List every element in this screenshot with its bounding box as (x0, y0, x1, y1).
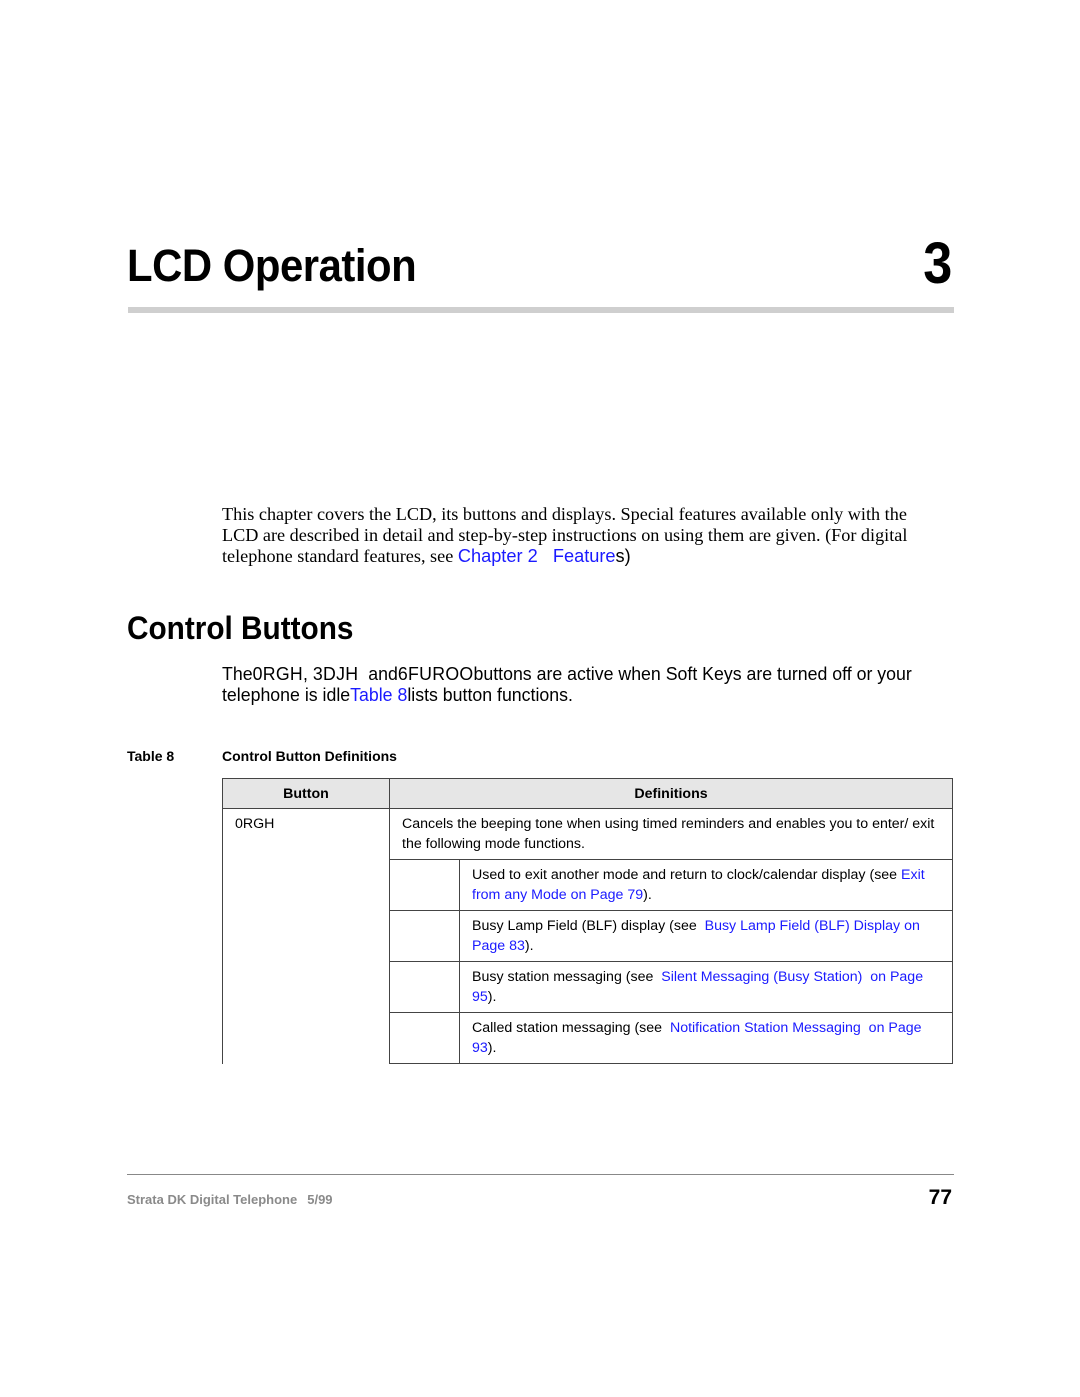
button-name-mode: 0RGH (252, 664, 304, 684)
table-caption: Table 8 Control Button Definitions (127, 748, 397, 764)
body-text: buttons are active when Soft Keys are tu… (473, 664, 912, 684)
body-text: , (303, 664, 313, 684)
sub-mode-cell (389, 1012, 460, 1064)
table-8-link[interactable]: Table 8 (350, 685, 407, 705)
sub-definition-cell: Busy Lamp Field (BLF) display (see Busy … (459, 910, 953, 962)
intro-text: s) (615, 546, 631, 566)
sub-definition-text: Busy station messaging (see (472, 969, 662, 985)
footer-date: 5/99 (307, 1192, 333, 1207)
footer-doc-title: Strata DK Digital Telephone (127, 1192, 298, 1207)
header-button: Button (222, 778, 390, 809)
control-buttons-paragraph: The0RGH, 3DJH and6FUROObuttons are activ… (222, 664, 951, 706)
sub-mode-cell (389, 961, 460, 1013)
sub-definition-text: Called station messaging (see (472, 1020, 670, 1036)
button-name: 0RGH (235, 816, 275, 832)
sub-definition-text: ). (643, 886, 652, 903)
section-heading: Control Buttons (127, 610, 354, 646)
intro-text: telephone standard features, see (222, 546, 458, 566)
sub-definition-text: ). (487, 988, 497, 1005)
body-line: The0RGH, 3DJH and6FUROObuttons are activ… (222, 664, 951, 685)
body-text: The (222, 664, 253, 684)
body-text: lists button functions. (407, 685, 573, 705)
body-text: and (358, 664, 398, 684)
footer-rule (127, 1174, 954, 1175)
sub-definition-text: ). (487, 1039, 497, 1056)
sub-mode-cell (389, 910, 460, 962)
body-line: telephone is idleTable 8lists button fun… (222, 685, 951, 706)
body-text: telephone is idle (222, 685, 351, 705)
intro-line: This chapter covers the LCD, its buttons… (222, 504, 907, 524)
control-button-definitions-table: Button Definitions 0RGH Cancels the beep… (222, 778, 953, 1064)
table-caption-label: Table 8 (127, 748, 175, 764)
intro-line: telephone standard features, see Chapter… (222, 546, 957, 567)
chapter-title: LCD Operation (127, 240, 417, 291)
title-rule (128, 307, 954, 313)
table-caption-title: Control Button Definitions (222, 748, 397, 764)
button-name-page: 3DJH (312, 664, 359, 684)
button-cell: 0RGH (222, 808, 390, 1064)
sub-definition-cell: Called station messaging (see Notificati… (459, 1012, 953, 1064)
header-definitions: Definitions (389, 778, 953, 809)
intro-paragraph: This chapter covers the LCD, its buttons… (222, 504, 957, 567)
definition-cell: Cancels the beeping tone when using time… (389, 808, 953, 860)
sub-definition-text: Busy Lamp Field (BLF) display (see (472, 918, 705, 934)
table-row: 0RGH Cancels the beeping tone when using… (222, 808, 953, 1064)
chapter-2-features-link[interactable]: Chapter 2 Feature (458, 546, 616, 566)
page-number: 77 (928, 1186, 952, 1209)
footer-doc-info: Strata DK Digital Telephone 5/99 (127, 1192, 333, 1207)
intro-line: LCD are described in detail and step-by-… (222, 525, 908, 545)
chapter-number: 3 (922, 231, 952, 296)
table-header-row: Button Definitions (222, 778, 953, 809)
button-name-scroll: 6FUROO (397, 664, 474, 684)
sub-definition-cell: Busy station messaging (see Silent Messa… (459, 961, 953, 1013)
sub-definition-cell: Used to exit another mode and return to … (459, 859, 953, 911)
sub-mode-cell (389, 859, 460, 911)
sub-definition-text: ). (524, 937, 534, 954)
sub-definition-text: Used to exit another mode and return to … (472, 867, 902, 883)
